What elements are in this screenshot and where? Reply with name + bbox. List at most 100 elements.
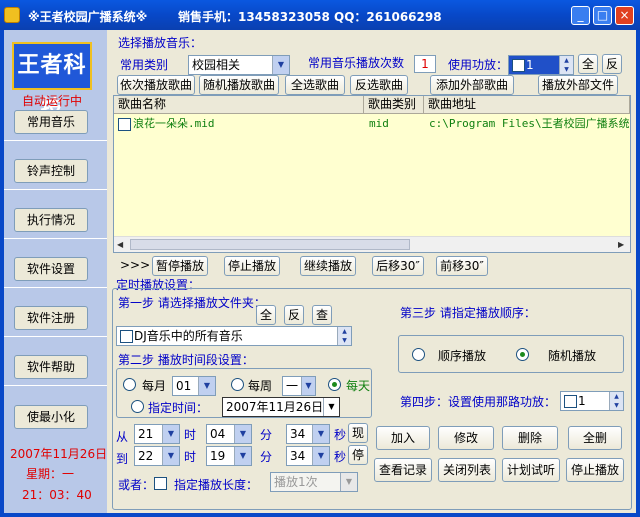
from-second-select[interactable]: 34 ▼	[286, 424, 330, 444]
now-button[interactable]: 现	[348, 423, 368, 443]
amp-checkbox[interactable]	[512, 59, 525, 72]
monthly-radio[interactable]	[123, 378, 136, 391]
step2-label: 第二步 播放时间段设置：	[118, 353, 254, 367]
nav-common-music[interactable]: 常用音乐	[14, 110, 88, 134]
calendar-dropdown-icon[interactable]: ▼	[323, 398, 339, 416]
from-hour-select[interactable]: 21 ▼	[134, 424, 180, 444]
length-select[interactable]: 播放1次 ▼	[270, 472, 358, 492]
random-order-radio[interactable]	[516, 348, 529, 361]
scroll-left-icon[interactable]: ◀	[117, 240, 123, 249]
amp-channel-spinner[interactable]: 1 ▲ ▼	[560, 391, 624, 411]
auto-run-status: 自动运行中	[22, 94, 83, 108]
amp-invert-button[interactable]: 反	[602, 54, 622, 74]
length-label: 指定播放长度：	[174, 478, 259, 492]
to-second-select[interactable]: 34 ▼	[286, 446, 330, 466]
divider	[4, 287, 107, 288]
title-bar: ※王者校园广播系统※ 销售手机：13458323058 QQ：261066298…	[0, 0, 640, 30]
nav-register[interactable]: 软件注册	[14, 306, 88, 330]
specific-date-value: 2007年11月26日	[226, 400, 324, 414]
from-minute-value: 04	[210, 427, 226, 441]
sequential-order-radio[interactable]	[412, 348, 425, 361]
divider	[4, 189, 107, 190]
nav-bell-control[interactable]: 铃声控制	[14, 159, 88, 183]
window-title: ※王者校园广播系统※	[28, 10, 148, 24]
to-label: 到	[116, 452, 129, 466]
play-times-input[interactable]: 1	[414, 55, 436, 73]
maximize-button[interactable]: □	[593, 6, 612, 25]
folder-query-button[interactable]: 查	[312, 305, 332, 325]
play-external-file-button[interactable]: 播放外部文件	[538, 75, 618, 95]
preview-plan-button[interactable]: 计划试听	[502, 458, 560, 482]
stop-time-button[interactable]: 停	[348, 445, 368, 465]
song-list[interactable]: 歌曲名称 歌曲类别 歌曲地址 浪花一朵朵.mid mid c:\Program …	[113, 95, 631, 253]
invert-select-button[interactable]: 反选歌曲	[350, 75, 408, 95]
sales-contact: 销售手机：13458323058 QQ：261066298	[178, 10, 442, 24]
back-30s-button[interactable]: 后移30″	[372, 256, 424, 276]
amp-select-all-button[interactable]: 全	[578, 54, 598, 74]
close-button[interactable]: ×	[615, 6, 634, 25]
length-checkbox[interactable]	[154, 477, 167, 490]
specific-date-picker[interactable]: 2007年11月26日 ▼	[222, 397, 340, 417]
nav-execution-status[interactable]: 执行情况	[14, 208, 88, 232]
forward-30s-button[interactable]: 前移30″	[436, 256, 488, 276]
modify-button[interactable]: 修改	[438, 426, 494, 450]
chevron-down-icon: ▼	[198, 377, 215, 395]
stop-button[interactable]: 停止播放	[224, 256, 280, 276]
nav-minimize[interactable]: 使最小化	[14, 405, 88, 429]
specific-time-radio[interactable]	[131, 400, 144, 413]
col-header-name[interactable]: 歌曲名称	[114, 96, 364, 114]
spin-arrows-icon[interactable]: ▲ ▼	[609, 392, 623, 410]
select-all-songs-button[interactable]: 全选歌曲	[285, 75, 345, 95]
from-minute-select[interactable]: 04 ▼	[206, 424, 252, 444]
amp-channel-checkbox[interactable]	[564, 395, 577, 408]
spin-arrows-icon[interactable]: ▲ ▼	[337, 327, 351, 345]
table-row[interactable]: 浪花一朵朵.mid mid c:\Program Files\王者校园广播系统	[114, 116, 630, 132]
folder-checkbox[interactable]	[120, 330, 133, 343]
to-second-unit: 秒	[334, 450, 347, 464]
from-second-value: 34	[290, 427, 306, 441]
add-external-song-button[interactable]: 添加外部歌曲	[430, 75, 514, 95]
minimize-button[interactable]: _	[571, 6, 590, 25]
delete-button[interactable]: 删除	[502, 426, 558, 450]
brand-logo: 王者科技	[12, 42, 92, 122]
week-day-select[interactable]: 一 ▼	[282, 376, 316, 396]
add-button[interactable]: 加入	[376, 426, 430, 450]
section-title-select-music: 选择播放音乐：	[118, 36, 203, 50]
frame-right	[636, 30, 640, 517]
folder-invert-button[interactable]: 反	[284, 305, 304, 325]
horizontal-scrollbar[interactable]: ◀ ▶	[114, 236, 630, 252]
view-records-button[interactable]: 查看记录	[374, 458, 432, 482]
daily-radio[interactable]	[328, 378, 341, 391]
from-second-unit: 秒	[334, 428, 347, 442]
weekly-radio[interactable]	[231, 378, 244, 391]
from-label: 从	[116, 430, 129, 444]
divider	[4, 336, 107, 337]
nav-settings[interactable]: 软件设置	[14, 257, 88, 281]
folder-select-all-button[interactable]: 全	[256, 305, 276, 325]
month-day-select[interactable]: 01 ▼	[172, 376, 216, 396]
play-random-button[interactable]: 随机播放歌曲	[199, 75, 279, 95]
current-time: 21：03：40	[22, 488, 92, 502]
close-list-button[interactable]: 关闭列表	[438, 458, 496, 482]
to-hour-select[interactable]: 22 ▼	[134, 446, 180, 466]
spin-arrows-icon[interactable]: ▲ ▼	[559, 56, 573, 74]
play-sequential-button[interactable]: 依次播放歌曲	[117, 75, 195, 95]
row-checkbox[interactable]	[118, 118, 131, 131]
col-header-path[interactable]: 歌曲地址	[424, 96, 630, 114]
col-header-category[interactable]: 歌曲类别	[364, 96, 424, 114]
to-minute-unit: 分	[260, 450, 273, 464]
stop-playback-button[interactable]: 停止播放	[566, 458, 624, 482]
to-minute-select[interactable]: 19 ▼	[206, 446, 252, 466]
amp-spinner[interactable]: 1 ▲ ▼	[508, 55, 574, 75]
song-path: c:\Program Files\王者校园广播系统	[429, 117, 629, 130]
nav-help[interactable]: 软件帮助	[14, 355, 88, 379]
continue-button[interactable]: 继续播放	[300, 256, 356, 276]
scroll-thumb[interactable]	[130, 239, 410, 250]
scroll-right-icon[interactable]: ▶	[618, 240, 624, 249]
chevron-down-icon: ▼	[301, 377, 315, 395]
category-select[interactable]: 校园相关 ▼	[188, 55, 290, 75]
step3-label: 第三步 请指定播放顺序：	[400, 306, 536, 320]
folder-select[interactable]: DJ音乐中的所有音乐 ▲ ▼	[116, 326, 352, 346]
delete-all-button[interactable]: 全删	[568, 426, 622, 450]
pause-button[interactable]: 暂停播放	[152, 256, 208, 276]
